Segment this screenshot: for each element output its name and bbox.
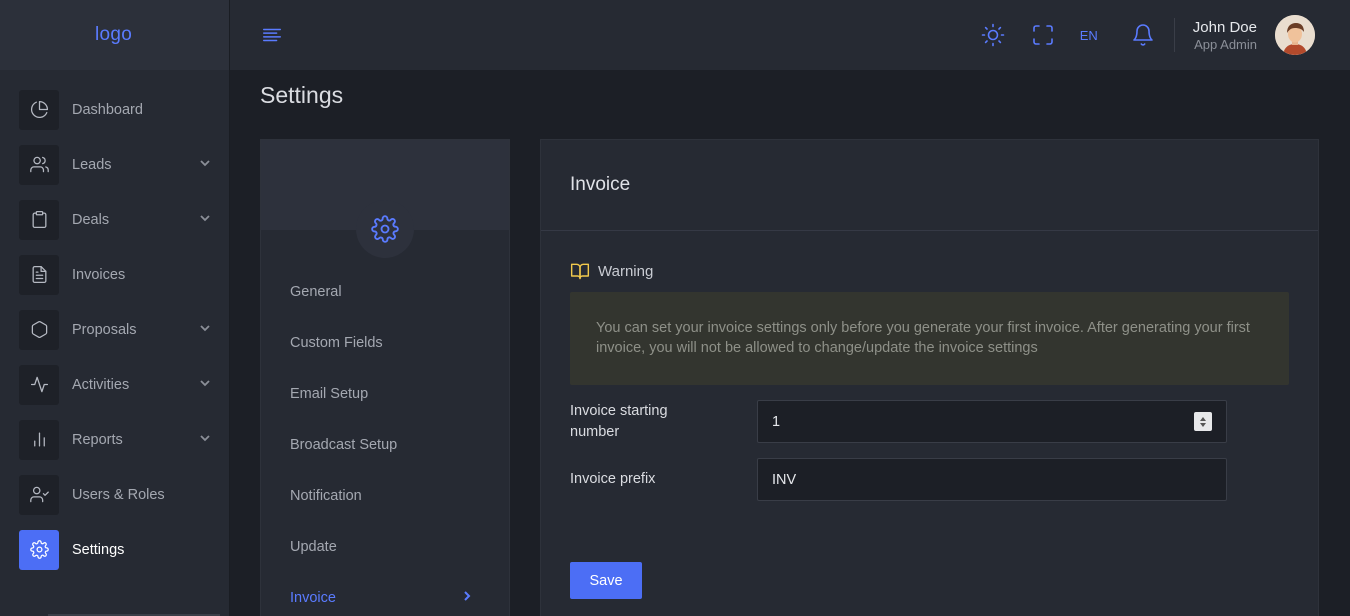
- activity-icon: [19, 364, 59, 405]
- language-selector[interactable]: EN: [1080, 28, 1098, 43]
- input-value: 1: [772, 413, 781, 430]
- menu-toggle-button[interactable]: [260, 23, 284, 47]
- sidebar-item-deals[interactable]: Deals: [0, 192, 229, 247]
- chevron-right-icon: [461, 590, 473, 606]
- number-stepper[interactable]: [1194, 412, 1212, 431]
- chevron-down-icon: [199, 431, 211, 449]
- sidebar-item-settings[interactable]: Settings: [0, 522, 229, 577]
- app-root: logo Dashboard Leads Deals Invoices Prop…: [0, 0, 1350, 616]
- settings-gear-badge: [356, 200, 414, 258]
- sun-icon: [981, 23, 1005, 47]
- page-title: Settings: [260, 82, 344, 108]
- sidebar-item-label: Proposals: [72, 321, 137, 338]
- card-title: Invoice: [570, 174, 631, 195]
- settings-menu-item-label: Invoice: [290, 589, 336, 606]
- settings-menu-item-label: Update: [290, 538, 337, 555]
- book-open-icon: [570, 263, 590, 280]
- sidebar-item-label: Reports: [72, 431, 123, 448]
- invoice-starting-number-label: Invoice starting number: [570, 402, 668, 440]
- settings-menu-item-label: Broadcast Setup: [290, 436, 398, 453]
- fullscreen-button[interactable]: [1030, 22, 1056, 48]
- gear-icon: [371, 215, 399, 243]
- logo-area: logo: [0, 0, 229, 70]
- menu-lines-icon: [263, 28, 281, 42]
- chevron-down-icon: [199, 321, 211, 339]
- settings-menu-item-label: Notification: [290, 487, 362, 504]
- invoice-prefix-label: Invoice prefix: [570, 471, 656, 487]
- sidebar-nav: Dashboard Leads Deals Invoices Proposals…: [0, 70, 229, 577]
- input-value: INV: [772, 471, 797, 488]
- form-row-prefix: Invoice prefix INV: [570, 458, 1289, 501]
- file-text-icon: [19, 254, 59, 295]
- chevron-down-icon: [199, 156, 211, 174]
- invoice-prefix-input[interactable]: INV: [757, 458, 1227, 501]
- clipboard-icon: [19, 199, 59, 240]
- users-icon: [19, 144, 59, 185]
- save-button[interactable]: Save: [570, 562, 642, 599]
- sidebar-item-invoices[interactable]: Invoices: [0, 247, 229, 302]
- user-name: John Doe: [1192, 18, 1257, 36]
- hexagon-icon: [19, 309, 59, 350]
- fullscreen-icon: [1032, 25, 1053, 45]
- avatar[interactable]: [1275, 15, 1315, 55]
- notifications-button[interactable]: [1130, 22, 1156, 48]
- settings-menu-item-label: General: [290, 283, 342, 300]
- sidebar-item-label: Settings: [72, 541, 125, 558]
- sidebar-item-label: Invoices: [72, 266, 126, 283]
- theme-toggle-button[interactable]: [980, 22, 1006, 48]
- sidebar-item-label: Dashboard: [72, 101, 143, 118]
- settings-menu-item-label: Email Setup: [290, 385, 369, 402]
- sidebar-item-label: Users & Roles: [72, 486, 165, 503]
- sidebar-item-label: Deals: [72, 211, 110, 228]
- form-row-starting-number: Invoice starting number 1: [570, 400, 1289, 443]
- sidebar-item-label: Activities: [72, 376, 130, 393]
- settings-icon: [19, 529, 59, 570]
- settings-menu-item-invoice[interactable]: Invoice: [261, 572, 509, 616]
- chevron-down-icon: [199, 376, 211, 394]
- warning-header: Warning: [570, 261, 1289, 281]
- settings-menu-list: General Custom Fields Email Setup Broadc…: [261, 230, 509, 616]
- sidebar-item-proposals[interactable]: Proposals: [0, 302, 229, 357]
- sidebar: logo Dashboard Leads Deals Invoices Prop…: [0, 0, 230, 616]
- sidebar-item-activities[interactable]: Activities: [0, 357, 229, 412]
- bell-icon: [1132, 24, 1153, 46]
- topbar-actions: EN John Doe App Admin: [980, 0, 1350, 70]
- user-check-icon: [19, 474, 59, 515]
- dashboard-icon: [19, 89, 59, 130]
- sidebar-item-label: Leads: [72, 156, 112, 173]
- user-role: App Admin: [1194, 36, 1257, 52]
- settings-menu-item-custom-fields[interactable]: Custom Fields: [261, 317, 509, 368]
- stepper-down-icon[interactable]: [1200, 422, 1206, 427]
- settings-menu-item-label: Custom Fields: [290, 334, 383, 351]
- sidebar-item-users-roles[interactable]: Users & Roles: [0, 467, 229, 522]
- invoice-starting-number-input[interactable]: 1: [757, 400, 1227, 443]
- bar-chart-icon: [19, 419, 59, 460]
- sidebar-item-reports[interactable]: Reports: [0, 412, 229, 467]
- settings-menu-item-update[interactable]: Update: [261, 521, 509, 572]
- logo[interactable]: logo: [95, 24, 132, 46]
- sidebar-item-leads[interactable]: Leads: [0, 137, 229, 192]
- user-info[interactable]: John Doe App Admin: [1193, 19, 1257, 52]
- chevron-down-icon: [199, 211, 211, 229]
- settings-menu-item-email-setup[interactable]: Email Setup: [261, 368, 509, 419]
- invoice-settings-card: Invoice Warning You can set your invoice…: [540, 139, 1319, 616]
- topbar-divider: [1173, 18, 1175, 52]
- sidebar-item-dashboard[interactable]: Dashboard: [0, 82, 229, 137]
- topbar: EN John Doe App Admin: [230, 0, 1350, 70]
- settings-menu-header: [261, 140, 509, 258]
- settings-menu: General Custom Fields Email Setup Broadc…: [260, 139, 510, 616]
- settings-menu-item-notification[interactable]: Notification: [261, 470, 509, 521]
- settings-menu-item-general[interactable]: General: [261, 266, 509, 317]
- settings-menu-item-broadcast-setup[interactable]: Broadcast Setup: [261, 419, 509, 470]
- stepper-up-icon[interactable]: [1200, 416, 1206, 421]
- card-header: Invoice: [541, 140, 1318, 231]
- card-body: Warning You can set your invoice setting…: [541, 231, 1318, 599]
- warning-message: You can set your invoice settings only b…: [570, 292, 1289, 385]
- avatar-image: [1275, 15, 1315, 55]
- warning-title: Warning: [598, 262, 654, 280]
